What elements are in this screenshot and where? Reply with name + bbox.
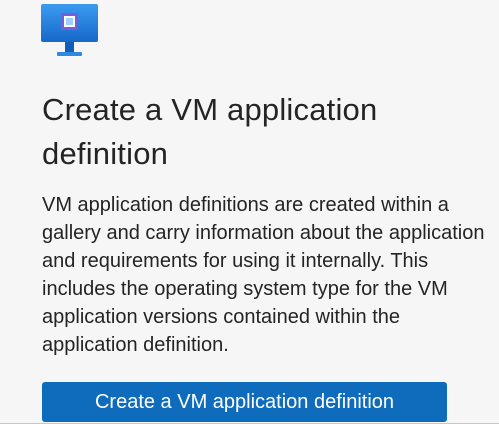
page-title: Create a VM application definition	[42, 92, 378, 171]
create-vm-application-definition-button[interactable]: Create a VM application definition	[42, 382, 447, 422]
empty-state-panel: Create a VM application definition VM ap…	[0, 0, 499, 424]
description-text: VM application definitions are created w…	[42, 194, 485, 356]
vm-application-icon	[40, 4, 100, 58]
